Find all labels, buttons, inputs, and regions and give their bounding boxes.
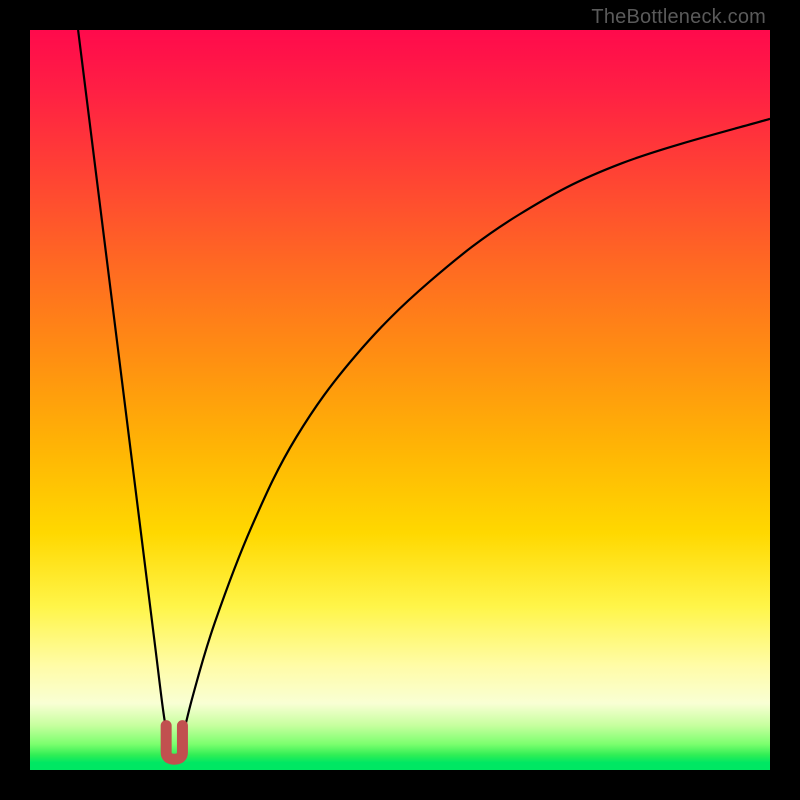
bottleneck-curve-svg bbox=[30, 30, 770, 770]
curve-left-branch bbox=[78, 30, 169, 748]
watermark-text: TheBottleneck.com bbox=[591, 6, 766, 29]
chart-frame: TheBottleneck.com bbox=[0, 0, 800, 800]
curve-right-branch bbox=[180, 119, 770, 748]
optimal-u-marker bbox=[166, 726, 182, 760]
plot-area bbox=[30, 30, 770, 770]
curve-group bbox=[78, 30, 770, 759]
